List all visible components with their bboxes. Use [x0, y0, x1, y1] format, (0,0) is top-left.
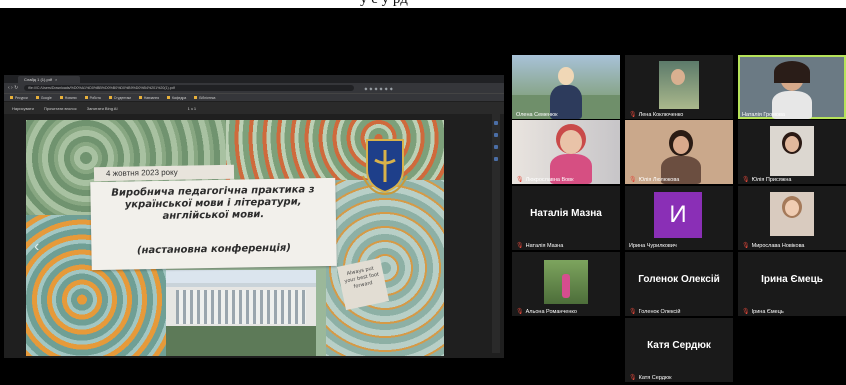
bookmark-item[interactable]: Бібліотека — [194, 96, 215, 100]
muted-mic-icon: 🎙 — [629, 112, 637, 118]
muted-mic-icon: 🎙 — [742, 177, 750, 183]
university-building-photo — [166, 270, 316, 356]
bookmark-item[interactable]: Студентам — [109, 96, 131, 100]
slide-title-card: Виробнича педагогічна практика з українс… — [90, 177, 337, 271]
participant-display-name: Наталія Мазна — [530, 208, 602, 219]
nav-buttons-icon[interactable]: ‹ › ↻ — [8, 85, 18, 91]
participant-name: Наталія Громова — [742, 112, 785, 118]
tab-close-icon[interactable]: × — [55, 77, 57, 82]
participant-name: Ирина Чурилкович — [629, 243, 677, 249]
document-caption-strip: ӯ ӗ ӯ рд — [0, 0, 846, 8]
participant-avatar: И — [654, 192, 702, 238]
browser-tab-bar: Слайд 1 (1).pdf × — [4, 75, 504, 83]
url-field[interactable]: file:///C:/Users/Downloads/%D0%A1%D0%BB%… — [24, 85, 355, 91]
pdf-viewer-toolbar: Нарисувати Прочитати вголос Запитати Bin… — [4, 102, 504, 114]
participant-tile[interactable]: 🎙 Альона Романченко — [512, 252, 620, 316]
participant-tile[interactable]: 🎙 Люкрославна Вовк — [512, 120, 620, 184]
muted-mic-icon: 🎙 — [742, 309, 750, 315]
slide-date: 4 жовтня 2023 року — [93, 164, 235, 182]
caption-text-fragment: ӯ ӗ ӯ рд — [360, 0, 408, 8]
participant-name: 🎙 Юлія Присяжна — [742, 176, 792, 184]
address-bar: ‹ › ↻ file:///C:/Users/Downloads/%D0%A1%… — [4, 83, 504, 93]
browser-tab[interactable]: Слайд 1 (1).pdf × — [18, 75, 80, 83]
participant-name: 🎙 Мирослава Новікова — [742, 242, 805, 250]
bookmark-item[interactable]: Ресурси — [10, 96, 28, 100]
side-panel-icon[interactable] — [494, 157, 498, 161]
participant-name: 🎙 Люкрославна Вовк — [516, 176, 574, 184]
motivational-note: Always put your best foot forward — [336, 257, 390, 311]
participant-tile[interactable]: 🎙 Лена Коключенко — [625, 55, 733, 119]
browser-side-panel — [492, 113, 500, 353]
participant-tile[interactable]: 🎙 Мирослава Новікова — [738, 186, 846, 250]
participant-tile-active[interactable]: Наталія Громова — [738, 55, 846, 119]
participant-display-name: Ірина Ємець — [761, 274, 823, 285]
muted-mic-icon: 🎙 — [629, 375, 637, 381]
muted-mic-icon: 🎙 — [629, 309, 637, 315]
bookmark-item[interactable]: Новини — [60, 96, 77, 100]
bookmark-item[interactable]: Навчання — [139, 96, 159, 100]
presentation-slide: 4 жовтня 2023 року Виробнича педагогічна… — [26, 120, 444, 356]
bookmark-item[interactable]: Google — [36, 96, 52, 100]
participant-name: Олена Семенюк — [516, 112, 558, 118]
muted-mic-icon: 🎙 — [516, 309, 524, 315]
bookmark-item[interactable]: Робота — [85, 96, 101, 100]
previous-slide-icon[interactable]: ‹ — [34, 238, 39, 256]
university-crest-icon — [362, 139, 408, 196]
participant-name: 🎙 Наталія Мазна — [516, 242, 564, 250]
participant-tile[interactable]: Ірина Ємець 🎙 Ірина Ємець — [738, 252, 846, 316]
participant-name: 🎙 Лена Коключенко — [629, 111, 684, 119]
caption-left-blank — [0, 0, 130, 8]
participant-display-name: Голенок Олексій — [638, 274, 720, 285]
read-aloud-button[interactable]: Прочитати вголос — [44, 106, 77, 111]
bookmarks-bar: Ресурси Google Новини Робота Студентам Н… — [4, 93, 504, 101]
participant-tile[interactable]: И Ирина Чурилкович — [625, 186, 733, 250]
flower-photo — [226, 120, 444, 180]
shared-screen: Слайд 1 (1).pdf × ‹ › ↻ file:///C:/Users/… — [4, 75, 504, 358]
participant-tile[interactable]: Наталія Мазна 🎙 Наталія Мазна — [512, 186, 620, 250]
participant-tile[interactable]: Олена Семенюк — [512, 55, 620, 119]
muted-mic-icon: 🎙 — [629, 177, 637, 183]
participant-display-name: Катя Сердюк — [647, 340, 711, 351]
draw-tool-button[interactable]: Нарисувати — [12, 106, 34, 111]
extensions-icon[interactable]: ◆◆◆◆◆◆ — [364, 86, 394, 91]
page-indicator: 1 з 1 — [187, 105, 197, 111]
muted-mic-icon: 🎙 — [516, 177, 524, 183]
muted-mic-icon: 🎙 — [516, 243, 524, 249]
participant-name: 🎙 Юлія Люлюкова — [629, 176, 680, 184]
side-panel-icon[interactable] — [494, 133, 498, 137]
muted-mic-icon: 🎙 — [742, 243, 750, 249]
side-panel-icon[interactable] — [494, 121, 498, 125]
participant-name: 🎙 Голенок Олексій — [629, 308, 681, 316]
bookmark-item[interactable]: Кафедра — [167, 96, 186, 100]
participant-tile[interactable]: Катя Сердюк 🎙 Катя Сердюк — [625, 318, 733, 382]
participant-name: 🎙 Альона Романченко — [516, 308, 577, 316]
participant-tile[interactable]: Голенок Олексій 🎙 Голенок Олексій — [625, 252, 733, 316]
slide-subtitle: (настановна конференція) — [136, 242, 291, 257]
side-panel-icon[interactable] — [494, 145, 498, 149]
slide-title: Виробнича педагогічна практика з українс… — [111, 184, 315, 222]
ask-ai-button[interactable]: Запитати Bing AI — [87, 106, 118, 111]
participant-tile[interactable]: 🎙 Юлія Люлюкова — [625, 120, 733, 184]
participant-name: 🎙 Ірина Ємець — [742, 308, 784, 316]
participant-tile[interactable]: 🎙 Юлія Присяжна — [738, 120, 846, 184]
participant-name: 🎙 Катя Сердюк — [629, 374, 672, 382]
